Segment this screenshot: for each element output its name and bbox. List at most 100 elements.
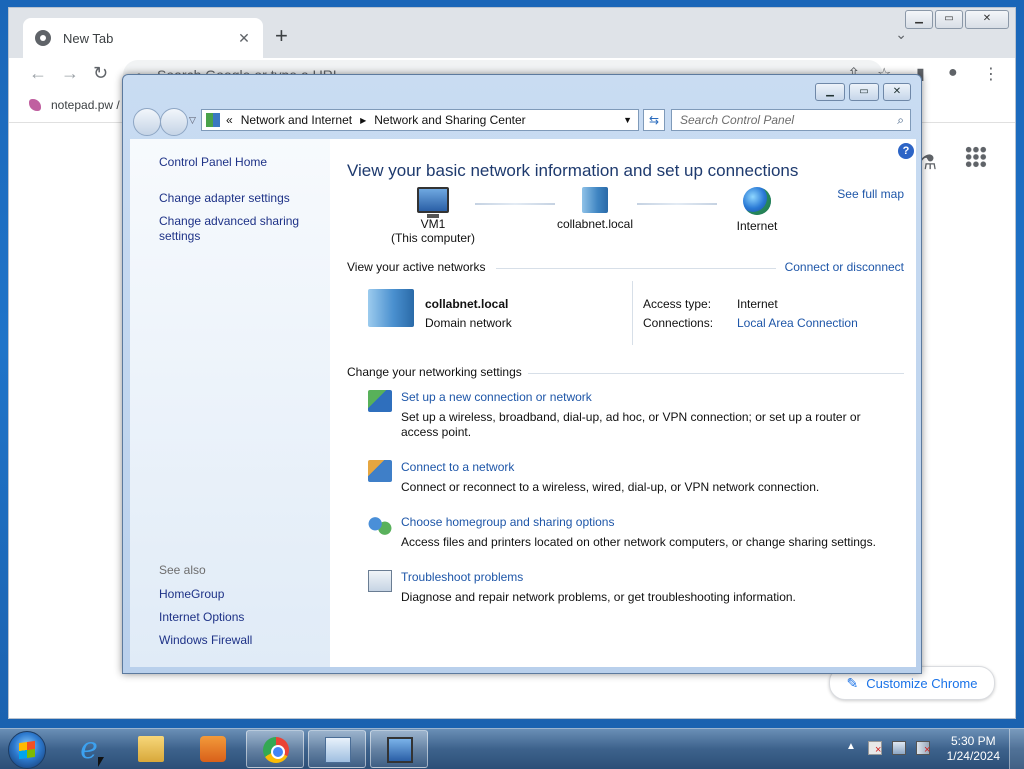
tab-new-tab[interactable]: New Tab ✕ [23,18,263,58]
new-connection-icon [368,390,392,412]
active-networks-label: View your active networks [347,260,486,274]
breadcrumb-network-internet[interactable]: Network and Internet [241,113,352,127]
homegroup-sharing-link[interactable]: Choose homegroup and sharing options [401,515,614,529]
search-placeholder: Search Control Panel [680,113,795,127]
map-node-domain: collabnet.local [540,187,650,231]
change-advanced-sharing-link[interactable]: Change advanced sharing settings [159,214,319,244]
volume-muted-icon[interactable] [916,741,930,756]
section-divider [528,373,904,374]
troubleshoot-desc: Diagnose and repair network problems, or… [401,590,796,604]
maximize-button[interactable]: ▭ [935,10,963,29]
setup-connection-desc: Set up a wireless, broadband, dial-up, a… [401,410,861,439]
map-node-name: Internet [736,219,778,233]
cp-window-controls: ▁ ▭ ✕ [811,83,911,101]
network-type-link[interactable]: Domain network [425,316,512,330]
action-center-flag-icon[interactable] [868,741,882,756]
map-node-name: collabnet.local [556,217,634,231]
bookmark-notepad[interactable]: notepad.pw / [29,98,120,112]
folder-icon [138,736,164,762]
cp-maximize-button[interactable]: ▭ [849,83,879,101]
customize-label: Customize Chrome [866,675,978,691]
change-settings-label: Change your networking settings [347,365,522,379]
domain-network-icon[interactable] [368,289,414,327]
network-sharing-center-window: ▁ ▭ ✕ ▽ « Network and Internet ▶ Network… [122,74,922,674]
system-clock[interactable]: 5:30 PM 1/24/2024 [947,734,1000,764]
back-button[interactable] [133,108,161,136]
main-content: ? View your basic network information an… [330,139,916,667]
taskbar-chrome[interactable] [246,730,304,768]
see-also-label: See also [159,563,206,577]
change-adapter-settings-link[interactable]: Change adapter settings [159,191,290,206]
taskbar-explorer[interactable] [122,730,180,768]
breadcrumb-overflow[interactable]: « [226,113,233,127]
forward-button[interactable] [160,108,188,136]
minimize-button[interactable]: ▁ [905,10,933,29]
menu-kebab-icon[interactable]: ⋮ [983,64,999,84]
notepad-favicon-icon [29,99,41,111]
map-node-internet: Internet [702,187,812,233]
computer-icon [417,187,449,218]
homegroup-sharing-desc: Access files and printers located on oth… [401,535,876,549]
help-icon[interactable]: ? [898,143,914,159]
address-dropdown-icon[interactable]: ▼ [623,115,632,125]
taskbar: e ▲ 5:30 PM 1/24/2024 [0,728,1024,769]
see-full-map-link[interactable]: See full map [837,187,904,201]
chrome-window-controls: ▁ ▭ ✕ [903,10,1009,29]
forward-arrow-icon[interactable]: → [61,63,79,84]
profile-avatar-icon[interactable]: ● [948,64,958,82]
domain-server-icon [582,187,608,213]
network-tray-icon[interactable] [892,741,906,755]
taskbar-media-player[interactable] [184,730,242,768]
homegroup-icon [368,515,392,537]
setup-connection-link[interactable]: Set up a new connection or network [401,390,592,404]
address-bar[interactable]: « Network and Internet ▶ Network and Sha… [201,109,639,131]
recent-pages-chevron-icon[interactable]: ▽ [189,115,196,126]
tab-close-button[interactable]: ✕ [235,30,253,47]
refresh-button[interactable]: ⇆ [643,109,665,131]
breadcrumb-arrow-icon[interactable]: ▶ [360,116,366,125]
cp-close-button[interactable]: ✕ [883,83,911,101]
cp-minimize-button[interactable]: ▁ [815,83,845,101]
taskbar-network-center[interactable] [370,730,428,768]
breadcrumb-sharing-center[interactable]: Network and Sharing Center [374,113,525,127]
chrome-icon [263,737,289,763]
clock-time: 5:30 PM [950,734,996,748]
connect-or-disconnect-link[interactable]: Connect or disconnect [785,260,904,274]
access-type-label: Access type: [643,297,712,311]
control-panel-icon [206,113,220,127]
left-task-pane: Control Panel Home Change adapter settin… [130,139,330,667]
network-center-icon [387,737,413,763]
local-area-connection-link[interactable]: Local Area Connection [737,316,858,330]
globe-icon [743,187,771,215]
connect-network-link[interactable]: Connect to a network [401,460,514,474]
new-tab-button[interactable]: + [275,25,288,47]
clock-date: 1/24/2024 [946,749,1000,763]
internet-options-link[interactable]: Internet Options [159,610,244,625]
page-title: View your basic network information and … [347,161,799,180]
search-control-panel-input[interactable]: Search Control Panel ⌕ [671,109,911,131]
start-button[interactable] [8,731,46,769]
tab-title: New Tab [63,30,114,46]
taskbar-ie[interactable]: e [60,730,118,768]
show-desktop-button[interactable] [1009,729,1024,769]
mouse-cursor-icon [98,757,104,767]
control-panel-home-link[interactable]: Control Panel Home [159,155,267,170]
back-arrow-icon[interactable]: ← [29,63,47,84]
connections-label: Connections: [643,316,714,330]
search-icon[interactable]: ⌕ [897,110,904,130]
vertical-divider [632,281,633,345]
google-apps-grid-icon[interactable] [965,146,987,168]
homegroup-link[interactable]: HomeGroup [159,587,224,602]
close-button[interactable]: ✕ [965,10,1009,29]
connect-network-icon [368,460,392,482]
reload-icon[interactable]: ↻ [93,63,108,84]
troubleshoot-icon [368,570,392,592]
access-type-value: Internet [737,297,778,311]
section-divider [496,268,776,269]
network-name: collabnet.local [425,297,509,311]
pencil-icon: ✎ [846,674,859,691]
show-hidden-icons-button[interactable]: ▲ [846,741,856,752]
troubleshoot-link[interactable]: Troubleshoot problems [401,570,523,584]
taskbar-control-panel[interactable] [308,730,366,768]
windows-firewall-link[interactable]: Windows Firewall [159,633,252,648]
